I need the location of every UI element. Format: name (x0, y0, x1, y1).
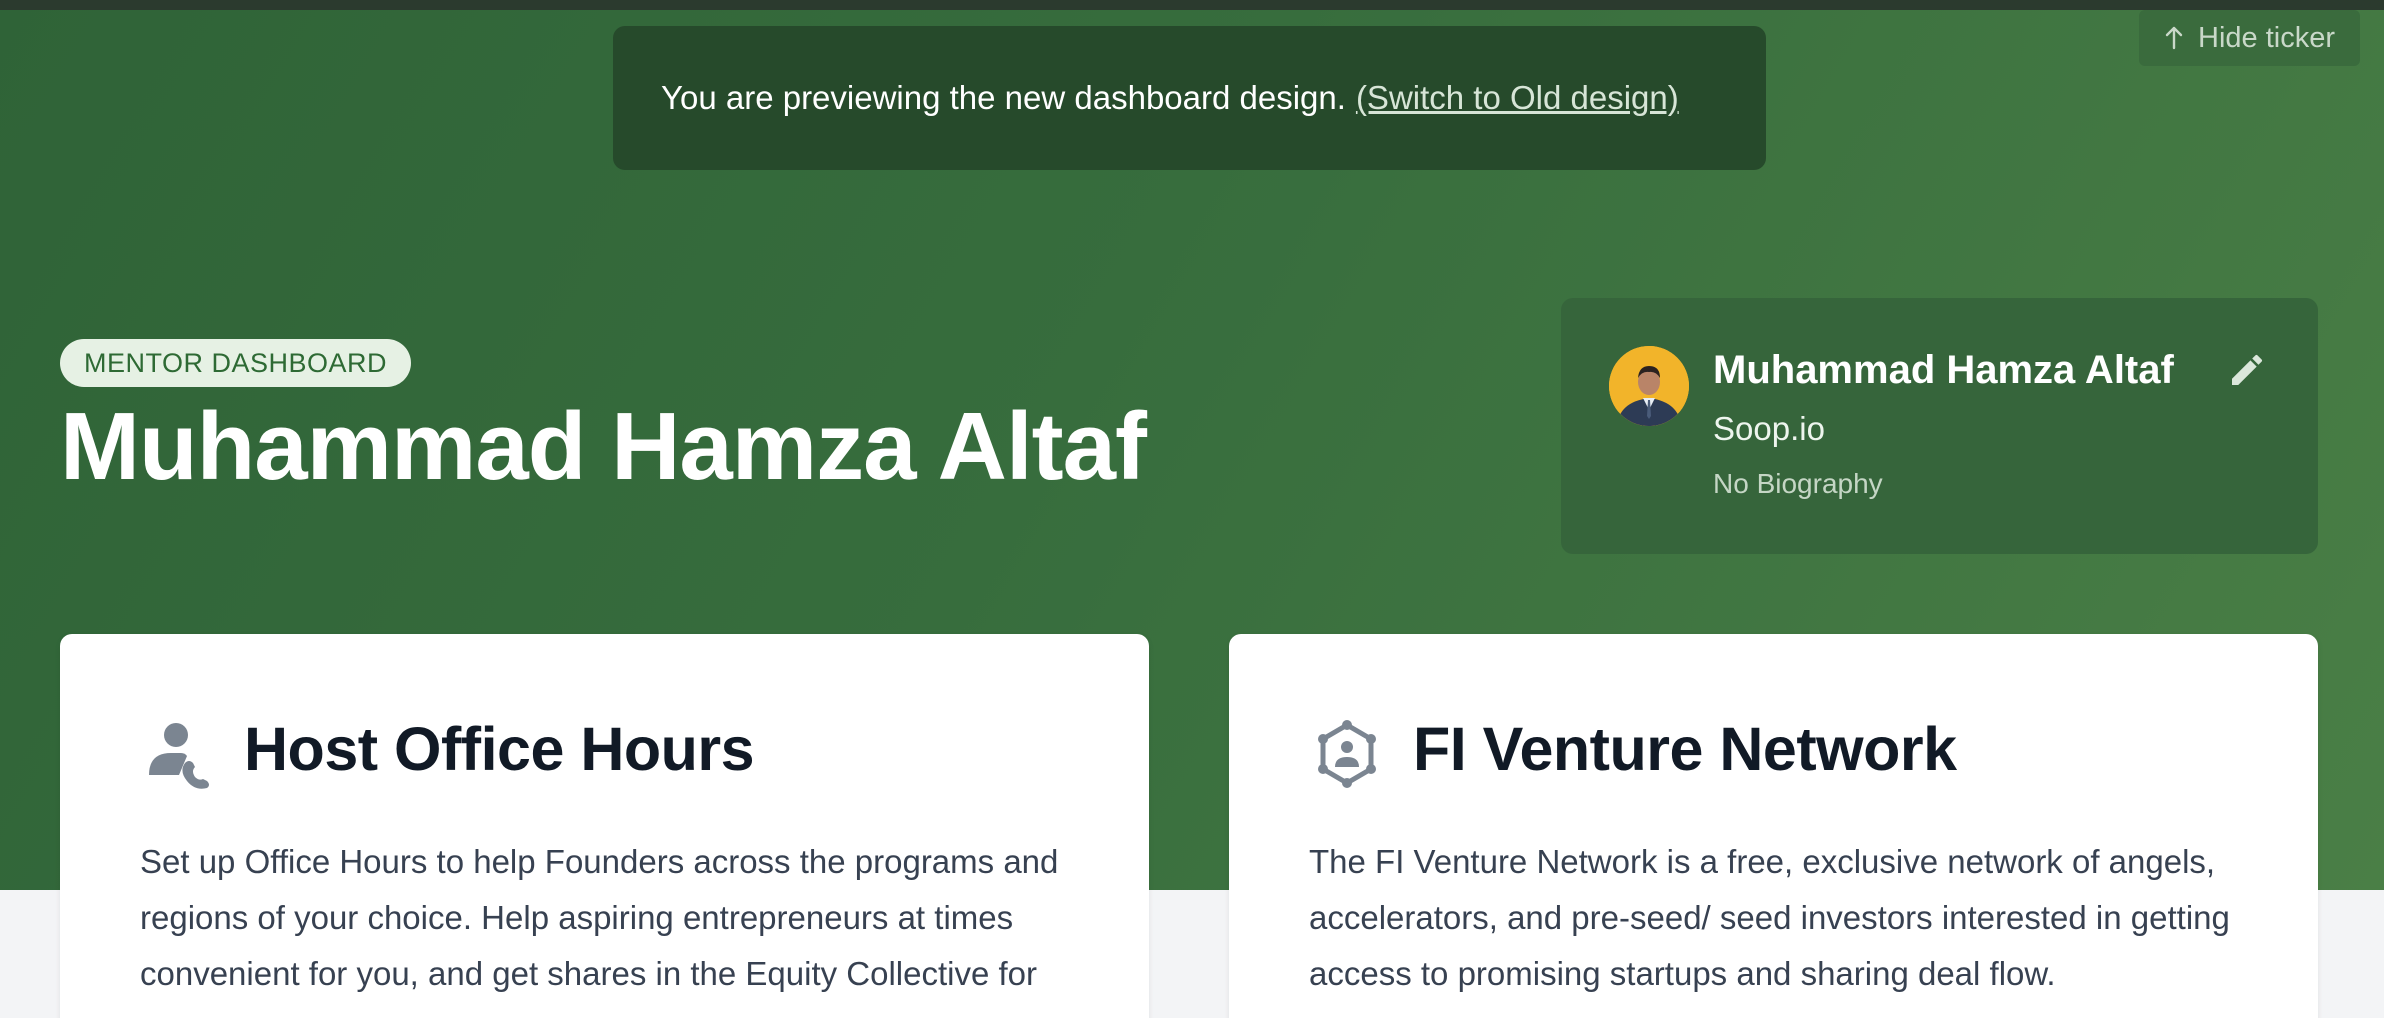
arrow-up-icon (2165, 26, 2183, 50)
mentor-dashboard-badge: MENTOR DASHBOARD (60, 339, 412, 387)
hide-ticker-label: Hide ticker (2198, 21, 2335, 54)
person-phone-icon (149, 723, 209, 789)
switch-old-design-link[interactable]: (Switch to Old design) (1356, 79, 1679, 117)
page-title: Muhammad Hamza Altaf (60, 393, 1147, 500)
preview-notice-text: You are previewing the new dashboard des… (661, 79, 1346, 116)
fi-venture-network-description: The FI Venture Network is a free, exclus… (1309, 843, 2230, 992)
fi-venture-network-title: FI Venture Network (1413, 715, 1957, 783)
host-office-hours-title: Host Office Hours (244, 715, 755, 783)
profile-bio: No Biography (1713, 468, 1883, 499)
host-office-hours-description: Set up Office Hours to help Founders acr… (140, 843, 1059, 992)
profile-company: Soop.io (1713, 410, 1825, 447)
profile-name: Muhammad Hamza Altaf (1713, 348, 2174, 392)
pencil-icon[interactable] (2227, 350, 2267, 390)
avatar (1609, 346, 1689, 426)
top-border (0, 0, 2384, 10)
host-office-hours-card[interactable]: Host Office Hours Set up Office Hours to… (60, 634, 1149, 1018)
profile-card: Muhammad Hamza Altaf Soop.io No Biograph… (1561, 298, 2318, 554)
fi-venture-network-card[interactable]: FI Venture Network The FI Venture Networ… (1229, 634, 2318, 1018)
hide-ticker-button[interactable]: Hide ticker (2139, 10, 2360, 66)
preview-notice-banner: You are previewing the new dashboard des… (613, 26, 1766, 170)
network-hexagon-icon (1318, 720, 1376, 788)
